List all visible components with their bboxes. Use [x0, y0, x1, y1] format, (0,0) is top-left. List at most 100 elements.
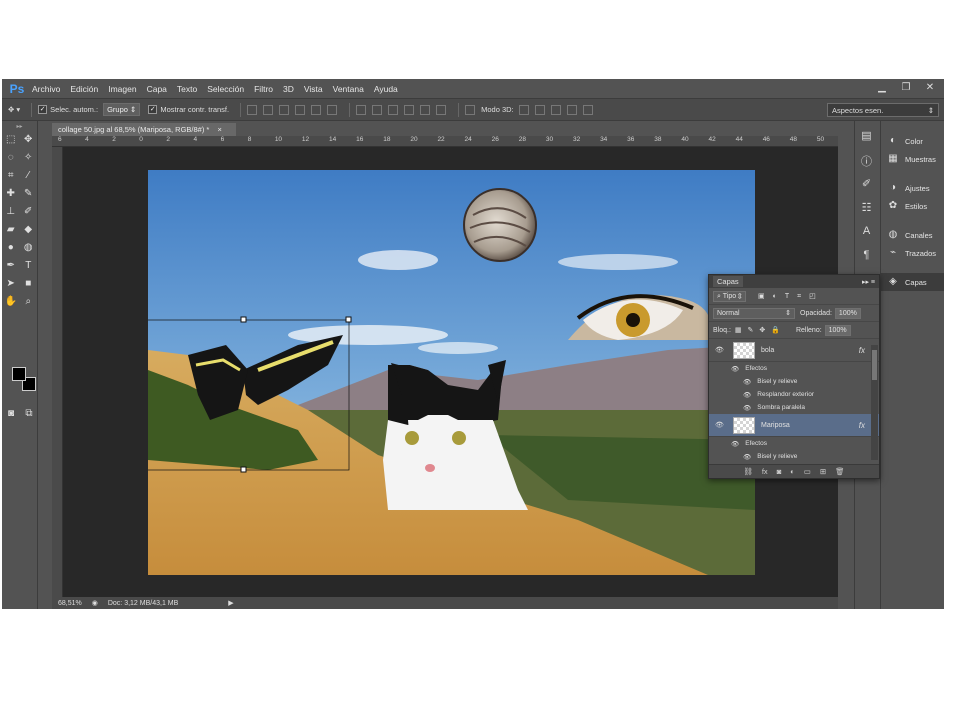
opacity-input[interactable]: 100% — [834, 307, 861, 319]
dock-paths[interactable]: ⌁ Trazados — [881, 244, 944, 262]
document-canvas[interactable] — [148, 170, 755, 575]
menu-edicion[interactable]: Edición — [70, 84, 98, 94]
close-tab-icon[interactable]: × — [217, 125, 221, 134]
3d-scale-icon[interactable] — [582, 104, 593, 115]
add-style-icon[interactable]: fx — [762, 467, 768, 476]
effect-eye-icon[interactable]: 👁 — [731, 440, 739, 448]
minimize-icon[interactable]: ▁ — [874, 81, 890, 95]
menu-seleccion[interactable]: Selección — [207, 84, 244, 94]
layer-name[interactable]: bola — [761, 347, 774, 354]
play-icon[interactable]: ▶ — [228, 599, 233, 607]
dock-swatches[interactable]: ▦ Muestras — [881, 150, 944, 168]
show-transform-checkbox[interactable]: ✓ — [148, 105, 158, 114]
effects-header[interactable]: 👁 Efectos — [709, 437, 879, 450]
history-icon[interactable]: ▤ — [858, 129, 876, 145]
distribute-top-icon[interactable] — [356, 104, 367, 115]
filter-icons[interactable]: ▣◐T⌗◰ — [758, 292, 824, 301]
pen-tool-icon[interactable]: ✒ — [4, 259, 18, 273]
crop-tool-icon[interactable]: ⌗ — [4, 169, 18, 183]
distribute-right-icon[interactable] — [436, 104, 447, 115]
align-left-icon[interactable] — [295, 104, 306, 115]
distribute-bottom-icon[interactable] — [388, 104, 399, 115]
adjustment-layer-icon[interactable]: ◐ — [790, 467, 795, 476]
delete-layer-icon[interactable]: 🗑 — [835, 467, 845, 476]
document-tab[interactable]: collage 50.jpg al 68,5% (Mariposa, RGB/8… — [52, 123, 236, 136]
close-icon[interactable]: ✕ — [922, 81, 938, 95]
effect-eye-icon[interactable]: 👁 — [731, 365, 739, 373]
character-icon[interactable]: A — [858, 225, 876, 241]
transform-handle[interactable] — [240, 316, 247, 323]
eraser-tool-icon[interactable]: ▰ — [4, 223, 18, 237]
menu-vista[interactable]: Vista — [304, 84, 323, 94]
menu-ayuda[interactable]: Ayuda — [374, 84, 398, 94]
paragraph-icon[interactable]: ¶ — [858, 249, 876, 265]
history-brush-icon[interactable]: ✐ — [21, 205, 35, 219]
transform-handle[interactable] — [345, 316, 352, 323]
effect-eye-icon[interactable]: 👁 — [743, 453, 751, 461]
distribute-hcenter-icon[interactable] — [420, 104, 431, 115]
eyedropper-icon[interactable]: ⁄ — [21, 169, 35, 183]
align-hcenter-icon[interactable] — [311, 104, 322, 115]
clone-stamp-icon[interactable]: ⊥ — [4, 205, 18, 219]
visibility-eye-icon[interactable]: 👁 — [715, 421, 725, 429]
distribute-vcenter-icon[interactable] — [372, 104, 383, 115]
effect-row[interactable]: 👁 Bisel y relieve — [709, 375, 879, 388]
brush-tool-icon[interactable]: ✎ — [21, 187, 35, 201]
foreground-color-swatch[interactable] — [12, 367, 26, 381]
menu-3d[interactable]: 3D — [283, 84, 294, 94]
healing-brush-icon[interactable]: ✚ — [4, 187, 18, 201]
dock-layers[interactable]: ◈ Capas — [881, 273, 944, 291]
blend-mode-dropdown[interactable]: Normal ⇕ — [713, 307, 795, 319]
zoom-level[interactable]: 68,51% — [58, 600, 82, 607]
layer-name[interactable]: Mariposa — [761, 422, 790, 429]
type-tool-icon[interactable]: T — [21, 259, 35, 273]
new-layer-icon[interactable]: ⊞ — [820, 467, 826, 476]
link-layers-icon[interactable]: ⛓ — [743, 467, 753, 476]
layers-tab[interactable]: Capas — [713, 276, 743, 287]
filter-dropdown[interactable]: ⌕ Tipo ⇕ — [713, 290, 747, 302]
magic-wand-icon[interactable]: ✧ — [21, 151, 35, 165]
shape-tool-icon[interactable]: ■ — [21, 277, 35, 291]
auto-align-icon[interactable] — [465, 104, 476, 115]
auto-select-checkbox[interactable]: ✓ — [38, 105, 48, 114]
align-top-icon[interactable] — [247, 104, 258, 115]
lock-icons[interactable]: ▦✎✥🔒 — [735, 326, 786, 334]
move-tool-icon[interactable]: ✥ — [21, 133, 35, 147]
align-right-icon[interactable] — [327, 104, 338, 115]
menu-texto[interactable]: Texto — [177, 84, 197, 94]
brush-presets-icon[interactable]: ✐ — [858, 177, 876, 193]
layers-scrollbar[interactable] — [871, 345, 878, 460]
3d-rotate-icon[interactable] — [518, 104, 529, 115]
3d-drag-icon[interactable] — [550, 104, 561, 115]
move-tool-icon[interactable]: ✥ ▾ — [8, 105, 20, 114]
dodge-tool-icon[interactable]: ◍ — [21, 241, 35, 255]
restore-icon[interactable]: ❐ — [898, 81, 914, 95]
effects-header[interactable]: 👁 Efectos — [709, 362, 879, 375]
marquee-tool-icon[interactable]: ⬚ — [4, 133, 18, 147]
effect-eye-icon[interactable]: 👁 — [743, 404, 751, 412]
layer-row-mariposa[interactable]: 👁 Mariposa fx — [709, 414, 879, 437]
hand-tool-icon[interactable]: ✋ — [4, 295, 18, 309]
fill-input[interactable]: 100% — [824, 324, 851, 336]
status-menu-icon[interactable]: ◉ — [92, 599, 98, 607]
fx-icon[interactable]: fx — [859, 346, 865, 355]
layer-row-bola[interactable]: 👁 bola fx — [709, 339, 879, 362]
add-mask-icon[interactable]: ◙ — [777, 467, 782, 476]
effect-eye-icon[interactable]: 👁 — [743, 378, 751, 386]
lasso-tool-icon[interactable]: ◌ — [4, 151, 18, 165]
paint-bucket-icon[interactable]: ◆ — [21, 223, 35, 237]
path-selection-icon[interactable]: ➤ — [4, 277, 18, 291]
align-vcenter-icon[interactable] — [263, 104, 274, 115]
dock-styles[interactable]: ✿ Estilos — [881, 197, 944, 215]
dock-color[interactable]: ◐ Color — [881, 132, 944, 150]
align-bottom-icon[interactable] — [279, 104, 290, 115]
workspace-dropdown[interactable]: Aspectos esen. ⇕ — [827, 103, 939, 117]
brush-settings-icon[interactable]: ☷ — [858, 201, 876, 217]
panel-menu-icon[interactable]: ▸▸ ≡ — [862, 278, 875, 286]
auto-select-dropdown[interactable]: Grupo ⇕ — [103, 103, 141, 116]
menu-capa[interactable]: Capa — [147, 84, 167, 94]
zoom-tool-icon[interactable]: ⌕ — [21, 295, 35, 309]
transform-handle[interactable] — [240, 466, 247, 473]
screen-mode-icon[interactable]: ⧉ — [22, 407, 36, 421]
3d-slide-icon[interactable] — [566, 104, 577, 115]
